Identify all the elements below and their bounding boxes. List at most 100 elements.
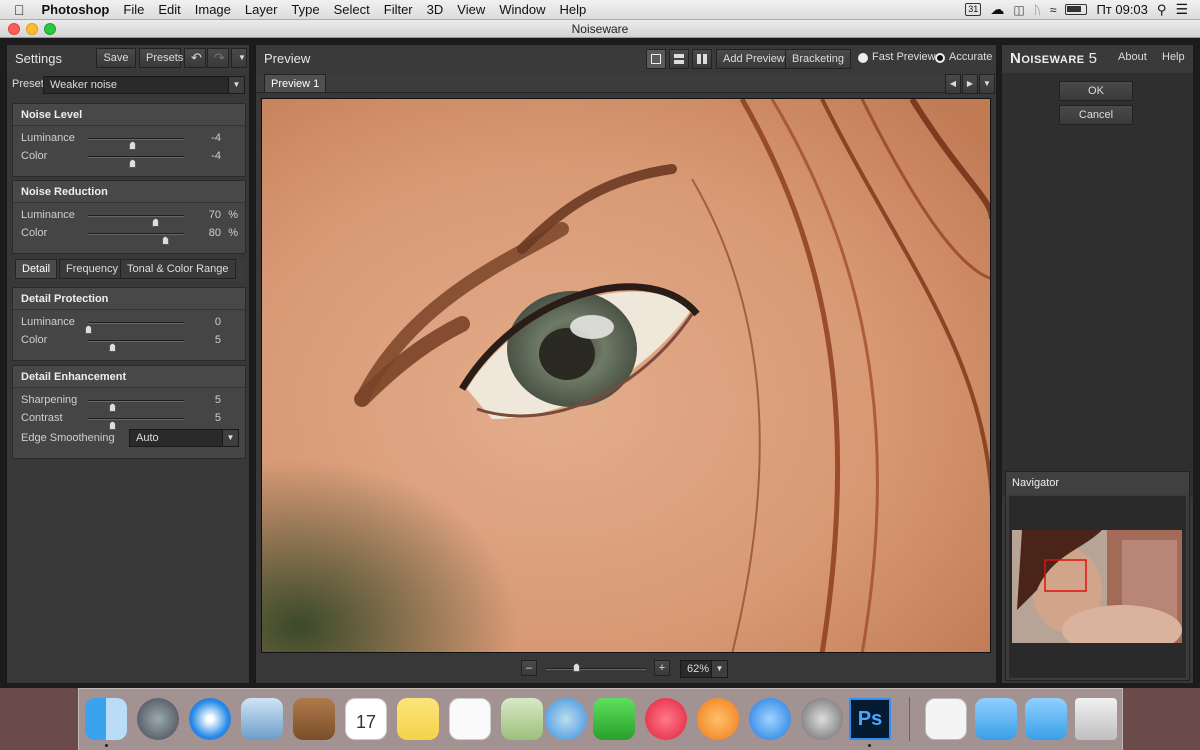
menu-app-name[interactable]: Photoshop [35,0,117,20]
help-link[interactable]: Help [1162,51,1185,63]
tab-tonal-color-range[interactable]: Tonal & Color Range [120,259,236,279]
bracketing-button[interactable]: Bracketing [785,49,851,69]
slider-thumb[interactable] [161,236,169,245]
ibooks-icon[interactable] [697,698,739,740]
safari-icon[interactable] [189,698,231,740]
slider-track[interactable] [88,156,184,168]
clock-text[interactable]: Пт 09:03 [1096,2,1147,17]
notification-center-icon[interactable]: ☰ [1175,1,1188,18]
menu-type[interactable]: Type [284,0,326,20]
split-vertical-icon[interactable] [692,49,712,69]
preview-header: Preview Add Preview Bracketing Fast Prev… [256,45,996,71]
battery-icon[interactable] [1065,4,1088,15]
menu-image[interactable]: Image [188,0,238,20]
split-horizontal-icon[interactable] [669,49,689,69]
notes-icon[interactable] [397,698,439,740]
tab-frequency[interactable]: Frequency [59,259,125,279]
menu-select[interactable]: Select [327,0,377,20]
brand-logo: Noiseware [1010,49,1085,67]
calendar-icon[interactable]: 17 [345,698,387,740]
detail-protection-section: Detail Protection Luminance 0 Color 5 [12,287,246,361]
app-store-icon[interactable] [749,698,791,740]
menu-window[interactable]: Window [492,0,552,20]
about-link[interactable]: About [1118,51,1147,63]
zoom-out-button[interactable]: – [521,660,537,676]
preview-image[interactable] [261,98,991,653]
slider-track[interactable] [88,138,184,150]
slider-label: Luminance [21,209,75,221]
tab-menu-arrow-icon[interactable]: ▼ [979,74,995,94]
menu-view[interactable]: View [450,0,492,20]
trash-icon[interactable] [1075,698,1117,740]
system-preferences-icon[interactable] [801,698,843,740]
chevron-down-icon[interactable]: ▼ [228,77,244,93]
folder-icon[interactable] [975,698,1017,740]
menu-edit[interactable]: Edit [151,0,187,20]
menu-help[interactable]: Help [552,0,593,20]
edge-smoothening-select[interactable]: Auto ▼ [129,429,239,447]
launchpad-icon[interactable] [137,698,179,740]
apple-icon[interactable]:  [0,0,35,20]
display-icon[interactable]: ◫ [1013,3,1024,17]
bluetooth-icon[interactable]: ᚢ [1034,3,1041,17]
calendar-tray-icon[interactable]: 31 [965,3,982,16]
contacts-icon[interactable] [293,698,335,740]
preset-select[interactable]: Weaker noise ▼ [43,76,245,94]
maps-icon[interactable] [501,698,543,740]
minimize-button[interactable] [26,23,38,35]
downloads-stack-icon[interactable] [925,698,967,740]
zoom-in-button[interactable]: + [654,660,670,676]
redo-icon[interactable]: ↷ [207,48,229,68]
zoom-slider-thumb[interactable] [573,663,580,672]
spotlight-icon[interactable]: ⚲ [1157,2,1167,18]
itunes-icon[interactable] [645,698,687,740]
sharpening-row: Sharpening 5 [13,392,245,412]
photoshop-icon[interactable]: Ps [849,698,891,740]
close-button[interactable] [8,23,20,35]
slider-thumb[interactable] [109,343,116,352]
tab-preview-1[interactable]: Preview 1 [264,74,327,93]
slider-track[interactable] [85,322,184,334]
cancel-button[interactable]: Cancel [1059,105,1133,125]
mail-icon[interactable] [241,698,283,740]
ok-button[interactable]: OK [1059,81,1133,101]
reminders-icon[interactable] [449,698,491,740]
messages-icon[interactable] [545,698,587,740]
zoom-select[interactable]: 62% ▼ [680,660,728,678]
chevron-right-icon[interactable]: ▶ [962,74,978,94]
slider-track[interactable] [88,340,184,352]
cloud-icon[interactable]: ☁ [990,1,1004,18]
accurate-radio[interactable] [935,53,945,63]
slider-track[interactable] [88,215,184,227]
zoom-slider-track[interactable] [546,663,646,672]
slider-track[interactable] [88,400,184,412]
chevron-left-icon[interactable]: ◀ [945,74,961,94]
presets-button[interactable]: Presets [139,48,183,68]
windows-folder-icon[interactable] [1025,698,1067,740]
navigator-view[interactable] [1009,496,1186,678]
add-preview-button[interactable]: Add Preview [716,49,792,69]
menu-3d[interactable]: 3D [420,0,451,20]
zoom-button[interactable] [44,23,56,35]
window-titlebar: Noiseware [0,20,1200,38]
tab-detail[interactable]: Detail [15,259,58,279]
slider-track[interactable] [88,418,184,430]
wifi-icon[interactable]: ≈ [1050,3,1057,17]
facetime-icon[interactable] [593,698,635,740]
detail-protection-title: Detail Protection [13,288,245,310]
slider-track[interactable] [88,233,184,245]
slider-thumb[interactable] [129,159,137,168]
chevron-down-icon[interactable]: ▼ [711,661,727,677]
finder-icon[interactable] [85,698,127,740]
undo-icon[interactable]: ↶ [184,48,206,68]
save-button[interactable]: Save [96,48,136,68]
settings-menu-arrow-icon[interactable]: ▼ [231,48,247,68]
menu-layer[interactable]: Layer [238,0,285,20]
menu-file[interactable]: File [116,0,151,20]
menu-filter[interactable]: Filter [377,0,420,20]
noise-level-color-row: Color -4 [13,148,245,168]
single-view-icon[interactable] [646,49,666,69]
chevron-down-icon[interactable]: ▼ [222,430,238,446]
navigator-title: Navigator [1006,472,1189,494]
fast-preview-radio[interactable] [858,53,868,63]
